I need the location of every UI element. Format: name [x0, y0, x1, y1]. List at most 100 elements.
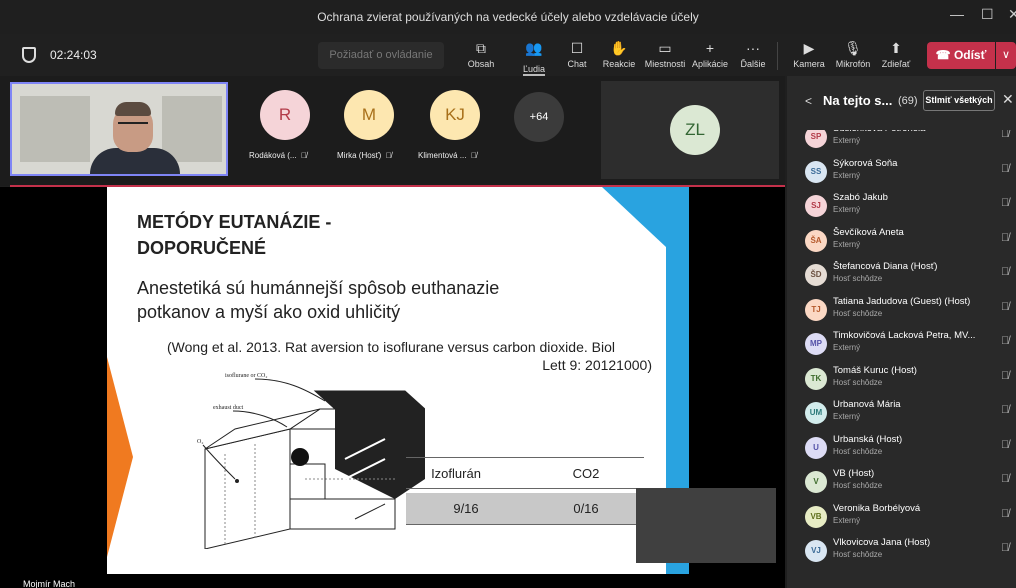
- participant-list-item[interactable]: SS Sýkorová Soňa Externý 🎙̸: [787, 157, 1016, 191]
- leave-dropdown-icon[interactable]: ∨: [996, 42, 1016, 69]
- mic-off-icon: 🎙̸: [1001, 130, 1010, 140]
- request-control-button[interactable]: Požiadať o ovládanie: [318, 42, 444, 69]
- participant-avatar: ZL: [670, 105, 720, 155]
- apps-icon: +: [705, 40, 715, 56]
- participant-role: Hosť schôdze: [833, 550, 883, 559]
- phone-hangup-icon: ☎: [935, 48, 951, 62]
- mute-all-button[interactable]: Stlmiť všetkých: [923, 90, 995, 111]
- participant-name: Tatiana Jadudova (Guest) (Host): [833, 295, 971, 307]
- share-button[interactable]: ⬆ Zdieľať: [872, 38, 920, 74]
- minimize-icon[interactable]: —: [950, 6, 964, 22]
- participant-list-item[interactable]: VB Veronika Borbélyová Externý 🎙̸: [787, 502, 1016, 536]
- people-button[interactable]: 👥 Ľudia: [510, 38, 558, 76]
- participant-name: Veronika Borbélyová: [833, 502, 921, 514]
- participant-list-item[interactable]: TJ Tatiana Jadudova (Guest) (Host) Hosť sc…: [787, 295, 1016, 329]
- mic-off-icon: 🎙̸: [1001, 162, 1010, 175]
- shield-icon: [22, 47, 36, 63]
- participant-role: Externý: [833, 343, 861, 352]
- chevron-left-icon[interactable]: <: [805, 94, 812, 108]
- table-row: 9/16 0/16: [406, 493, 644, 525]
- avatar: UM: [805, 402, 827, 424]
- participant-list-item[interactable]: V VB (Host) Hosť schôdze 🎙̸: [787, 467, 1016, 501]
- participant-list-item[interactable]: ŠD Štefancová Diana (Hosť) Hosť schôdze 🎙̸: [787, 260, 1016, 294]
- close-icon[interactable]: ✕: [1008, 6, 1016, 23]
- participant-role: Hosť schôdze: [833, 446, 883, 456]
- participant-role: Externý: [833, 515, 861, 525]
- participant-list-item[interactable]: SJ Szabó Jakub Externý 🎙̸: [787, 191, 1016, 225]
- camera-button[interactable]: ▶ Kamera: [785, 38, 833, 74]
- person-glasses: [118, 122, 148, 128]
- mic-off-icon: 🎙̸: [1001, 473, 1010, 485]
- mic-off-icon: 🎙̸: [383, 151, 392, 160]
- participant-name: Vlkovicova Jana (Host): [833, 537, 931, 548]
- bookshelf: [162, 96, 222, 162]
- avatar: V: [805, 471, 827, 493]
- participant-role: Externý: [833, 136, 861, 145]
- rooms-button[interactable]: ▭ Miestnosti: [641, 38, 689, 74]
- rooms-icon: ▭: [658, 40, 672, 56]
- close-icon[interactable]: ✕: [1002, 91, 1014, 108]
- mic-off-icon: 🎙̸: [1001, 197, 1010, 209]
- participant-avatar[interactable]: KJ: [430, 90, 480, 140]
- content-button[interactable]: ⧉ Obsah: [457, 38, 505, 74]
- featured-participant-tile[interactable]: ZL: [601, 81, 779, 179]
- participant-role: Hosť schôdze: [833, 274, 883, 283]
- maximize-icon[interactable]: ☐: [981, 6, 994, 23]
- shared-screen-area[interactable]: METÓDY EUTANÁZIE - DOPORUČENÉ Anestetiká…: [0, 187, 785, 588]
- participant-role: Hosť schôdze: [833, 377, 883, 387]
- mic-off-icon: 🎙̸: [1001, 300, 1010, 313]
- mic-off-icon: 🎙̸: [1001, 266, 1010, 278]
- apps-button[interactable]: + Aplikácie: [686, 38, 734, 74]
- mic-off-icon: 🎙̸: [1001, 438, 1010, 451]
- participant-name: Ševčíková Aneta: [833, 226, 904, 238]
- presenter-name: Mojmír Mach: [23, 579, 76, 588]
- participant-name: Klimentová ... 🎙̸: [418, 151, 477, 160]
- participant-list-item[interactable]: TK Tomáš Kuruc (Host) Hosť schôdze 🎙̸: [787, 364, 1016, 398]
- camera-off-icon: ▶: [803, 40, 815, 56]
- participant-avatar[interactable]: M: [344, 90, 394, 140]
- chat-button[interactable]: ☐ Chat: [553, 38, 601, 74]
- participant-name: Tomáš Kuruc (Host): [833, 364, 917, 376]
- participant-name: Szabó Jakub: [833, 192, 888, 203]
- people-panel: < Na tejto s... (69) Stlmiť všetkých ✕ S…: [787, 76, 1016, 588]
- avatar: U: [805, 436, 827, 459]
- participant-list-item[interactable]: UM Urbanová Mária Externý 🎙̸: [787, 398, 1016, 432]
- meeting-timer: 02:24:03: [50, 48, 97, 62]
- window-title: Ochrana zvierat používaných na vedecké ú…: [317, 10, 699, 24]
- overlay-box: [636, 488, 776, 563]
- participant-avatar[interactable]: R: [260, 90, 310, 140]
- microphone-button[interactable]: 🎙 Mikrofón: [829, 38, 877, 74]
- participant-role: Externý: [833, 239, 861, 249]
- more-participants-button[interactable]: +64: [514, 92, 564, 142]
- mic-off-icon: 🎙̸: [1001, 369, 1010, 382]
- participant-name: Urbanská (Host): [833, 433, 903, 445]
- participant-name: VB (Host): [833, 468, 875, 479]
- participant-name: Štefancová Diana (Hosť): [833, 261, 938, 272]
- participant-list-item[interactable]: U Urbanská (Host) Hosť schôdze 🎙̸: [787, 433, 1016, 467]
- mic-off-icon: 🎙̸: [1001, 335, 1010, 347]
- avatar: VJ: [805, 540, 827, 562]
- participant-list-item[interactable]: VJ Vlkovicova Jana (Host) Hosť schôdze 🎙̸: [787, 536, 1016, 570]
- chamber-diagram: isoflurane or CO₂ exhaust duct O₂: [197, 372, 425, 549]
- presenter-video-tile[interactable]: [10, 82, 228, 176]
- slide-decoration: [602, 187, 666, 247]
- participant-list-item[interactable]: ŠA Ševčíková Aneta Externý 🎙̸: [787, 226, 1016, 260]
- participant-role: Hosť schôdze: [833, 308, 883, 318]
- reactions-icon: ✋: [610, 40, 628, 56]
- slide-title: METÓDY EUTANÁZIE - DOPORUČENÉ: [137, 212, 332, 258]
- toolbar-divider: [777, 42, 778, 70]
- participant-list-item[interactable]: SP Šusienková Petronela Externý 🎙̸: [787, 130, 1016, 156]
- participant-list[interactable]: SP Šusienková Petronela Externý 🎙̸ SS Sýkorov…: [787, 130, 1016, 588]
- avatar: SP: [805, 130, 827, 148]
- title-bar: Ochrana zvierat používaných na vedecké ú…: [0, 0, 1016, 34]
- more-button[interactable]: ··· Ďalšie: [729, 38, 777, 74]
- avatar: SJ: [805, 195, 827, 217]
- participant-list-item[interactable]: MP Timkovičová Lacková Petra, MV... Extern…: [787, 329, 1016, 363]
- reactions-button[interactable]: ✋ Reakcie: [595, 38, 643, 74]
- people-icon: 👥: [525, 40, 543, 56]
- participant-name: Timkovičová Lacková Petra, MV...: [833, 330, 976, 341]
- avatar: VB: [805, 505, 827, 528]
- leave-button[interactable]: ☎ Odísť: [927, 42, 995, 69]
- chat-icon: ☐: [570, 40, 584, 56]
- person-body: [90, 148, 180, 174]
